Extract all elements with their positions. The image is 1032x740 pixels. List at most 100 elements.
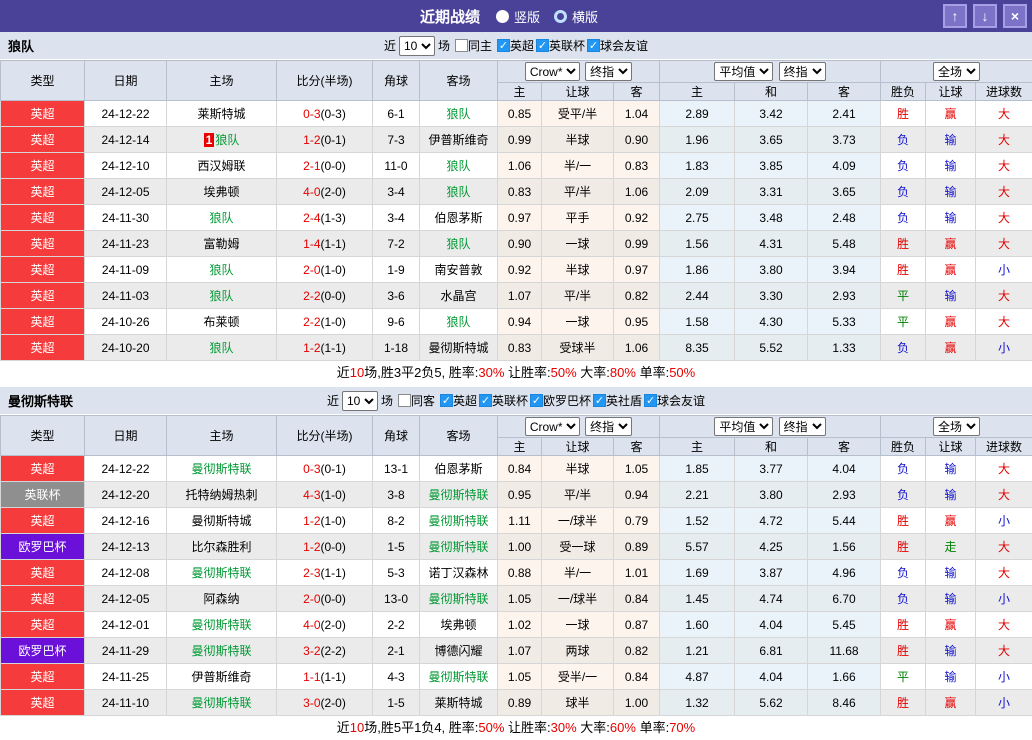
home-team-name: 托特纳姆热刺 [185, 488, 257, 502]
avg-away-cell: 1.33 [808, 335, 881, 361]
avg-away-cell: 2.41 [808, 101, 881, 127]
half-time-score: (2-0) [321, 618, 346, 632]
match-row: 英超24-12-22曼彻斯特联0-3(0-1)13-1伯恩茅斯0.84半球1.0… [1, 456, 1032, 482]
odds-company-select[interactable]: Crow* [525, 62, 580, 81]
away-team-name: 狼队 [446, 185, 470, 199]
close-button[interactable]: × [1003, 4, 1027, 28]
league-badge-cell: 英超 [1, 231, 85, 257]
avg-home-cell: 1.69 [660, 560, 735, 586]
same-venue-label: 同主 [468, 37, 492, 54]
away-team-name: 曼彻斯特联 [428, 488, 488, 502]
handicap-result-cell: 走 [926, 534, 976, 560]
match-row: 英超24-10-26布莱顿2-2(1-0)9-6狼队0.94一球0.951.58… [1, 309, 1032, 335]
odds-group-header: Crow* 终指 [498, 416, 660, 438]
home-team-name: 阿森纳 [203, 592, 239, 606]
corners-cell: 2-1 [373, 638, 420, 664]
col-odds-home: 主 [498, 83, 542, 101]
league-badge-cell: 英超 [1, 456, 85, 482]
summary-segment: 让胜率: [504, 365, 550, 380]
match-row: 欧罗巴杯24-11-29曼彻斯特联3-2(2-2)2-1博德闪耀1.07两球0.… [1, 638, 1032, 664]
average-stage-select[interactable]: 终指 [779, 62, 826, 81]
corners-cell: 1-9 [373, 257, 420, 283]
away-team-cell: 伯恩茅斯 [420, 205, 498, 231]
goals-result-cell: 大 [976, 534, 1032, 560]
league-filter-checkbox[interactable]: ✓英超 [497, 37, 534, 54]
away-team-cell: 曼彻斯特联 [420, 508, 498, 534]
league-filter-checkbox[interactable]: ✓欧罗巴杯 [530, 392, 591, 409]
league-filter-checkbox[interactable]: ✓球会友谊 [587, 37, 648, 54]
odds-home-cell: 0.94 [498, 309, 542, 335]
close-icon: × [1011, 8, 1019, 24]
radio-vertical-layout[interactable]: 竖版 [496, 7, 540, 26]
league-filter-checkbox[interactable]: ✓球会友谊 [644, 392, 705, 409]
avg-draw-cell: 3.85 [735, 153, 808, 179]
league-filter-label: 球会友谊 [600, 37, 648, 54]
avg-draw-cell: 4.74 [735, 586, 808, 612]
same-venue-checkbox[interactable]: 同客 [398, 392, 435, 409]
league-badge-cell: 英联杯 [1, 482, 85, 508]
handicap-result-cell: 输 [926, 456, 976, 482]
scope-select[interactable]: 全场 [933, 62, 980, 81]
summary-segment: 近 [337, 720, 350, 735]
checkbox-checked-icon: ✓ [497, 39, 510, 52]
avg-away-cell: 4.96 [808, 560, 881, 586]
col-avg-away: 客 [808, 438, 881, 456]
move-up-button[interactable]: ↑ [943, 4, 967, 28]
avg-away-cell: 5.33 [808, 309, 881, 335]
move-down-button[interactable]: ↓ [973, 4, 997, 28]
league-badge-cell: 英超 [1, 153, 85, 179]
col-result: 胜负 [881, 438, 926, 456]
radio-vertical-label: 竖版 [514, 7, 540, 26]
avg-home-cell: 2.44 [660, 283, 735, 309]
league-filter-checkbox[interactable]: ✓英联杯 [479, 392, 528, 409]
same-venue-label: 同客 [411, 392, 435, 409]
full-time-score: 0-3 [303, 462, 320, 476]
away-team-name: 狼队 [446, 107, 470, 121]
odds-away-cell: 0.99 [614, 231, 660, 257]
scope-select[interactable]: 全场 [933, 417, 980, 436]
league-filter-checkbox[interactable]: ✓英超 [440, 392, 477, 409]
average-select[interactable]: 平均值 [714, 417, 773, 436]
odds-home-cell: 0.89 [498, 690, 542, 716]
avg-away-cell: 2.48 [808, 205, 881, 231]
matches-body: 英超24-12-22莱斯特城0-3(0-3)6-1狼队0.85受平/半1.042… [1, 101, 1032, 361]
score-cell: 2-0(0-0) [277, 586, 373, 612]
odds-handicap-cell: 半/一 [542, 560, 614, 586]
score-cell: 1-4(1-1) [277, 231, 373, 257]
home-team-cell: 布莱顿 [167, 309, 277, 335]
summary-segment: 60% [610, 720, 636, 735]
match-row: 英联杯24-12-20托特纳姆热刺4-3(1-0)3-8曼彻斯特联0.95平/半… [1, 482, 1032, 508]
score-cell: 4-3(1-0) [277, 482, 373, 508]
radio-horizontal-layout[interactable]: 横版 [554, 7, 598, 26]
score-cell: 2-2(1-0) [277, 309, 373, 335]
same-venue-checkbox[interactable]: 同主 [455, 37, 492, 54]
result-cell: 负 [881, 127, 926, 153]
down-arrow-icon: ↓ [982, 8, 989, 24]
full-time-score: 3-0 [303, 696, 320, 710]
league-filter-checkbox[interactable]: ✓英社盾 [593, 392, 642, 409]
handicap-result-cell: 输 [926, 153, 976, 179]
odds-company-select[interactable]: Crow* [525, 417, 580, 436]
full-time-score: 0-3 [303, 107, 320, 121]
odds-stage-select[interactable]: 终指 [585, 417, 632, 436]
summary-segment: 70% [669, 720, 695, 735]
average-select[interactable]: 平均值 [714, 62, 773, 81]
result-cell: 负 [881, 205, 926, 231]
odds-home-cell: 1.05 [498, 664, 542, 690]
recent-count-select[interactable]: 10 [342, 391, 378, 411]
half-time-score: (1-1) [321, 566, 346, 580]
odds-home-cell: 1.07 [498, 283, 542, 309]
league-filter-checkbox[interactable]: ✓英联杯 [536, 37, 585, 54]
avg-draw-cell: 3.48 [735, 205, 808, 231]
half-time-score: (0-0) [321, 540, 346, 554]
odds-stage-select[interactable]: 终指 [585, 62, 632, 81]
average-stage-select[interactable]: 终指 [779, 417, 826, 436]
odds-away-cell: 1.04 [614, 101, 660, 127]
odds-away-cell: 0.87 [614, 612, 660, 638]
avg-home-cell: 1.83 [660, 153, 735, 179]
half-time-score: (0-1) [321, 462, 346, 476]
home-team-cell: 西汉姆联 [167, 153, 277, 179]
corners-cell: 8-2 [373, 508, 420, 534]
recent-count-select[interactable]: 10 [399, 36, 435, 56]
goals-result-cell: 大 [976, 456, 1032, 482]
